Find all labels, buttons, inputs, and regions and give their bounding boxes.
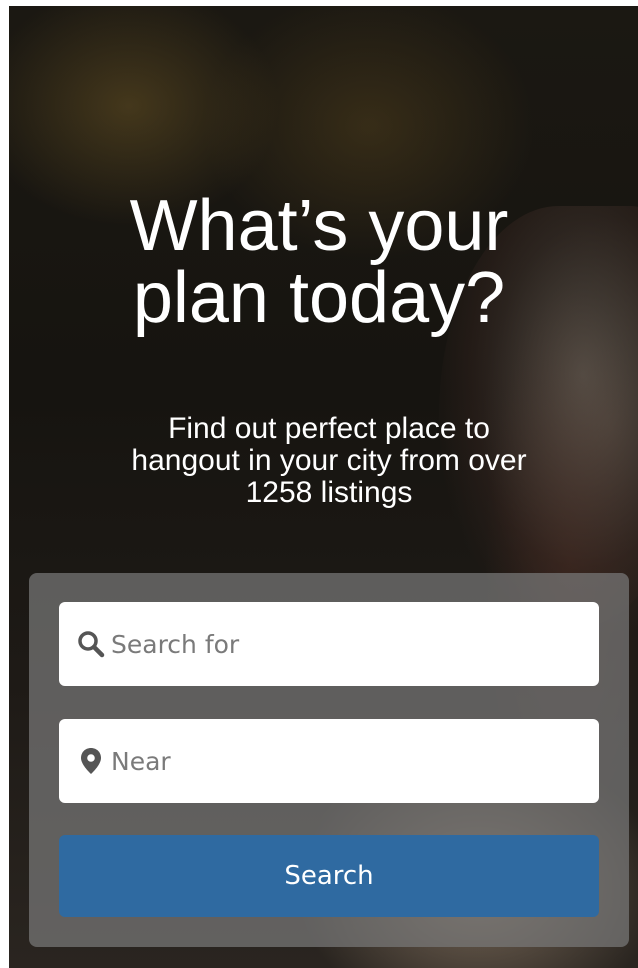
near-input[interactable]	[109, 745, 573, 777]
hero-subtitle: Find out perfect place to hangout in you…	[40, 413, 618, 509]
map-marker-icon	[75, 745, 107, 777]
search-field-wrapper[interactable]	[59, 602, 599, 686]
hero-subtitle-line-2: hangout in your city from over	[131, 444, 527, 477]
search-panel: Search	[29, 573, 629, 947]
hero-title: What’s your plan today?	[0, 190, 638, 334]
search-input[interactable]	[109, 628, 573, 660]
hero-subtitle-line-3: 1258 listings	[245, 476, 413, 509]
hero-subtitle-line-1: Find out perfect place to	[168, 412, 490, 445]
hero-title-line-2: plan today?	[132, 258, 506, 338]
search-button[interactable]: Search	[59, 835, 599, 917]
search-icon	[75, 628, 107, 660]
near-field-wrapper[interactable]	[59, 719, 599, 803]
hero-title-line-1: What’s your	[129, 186, 509, 266]
